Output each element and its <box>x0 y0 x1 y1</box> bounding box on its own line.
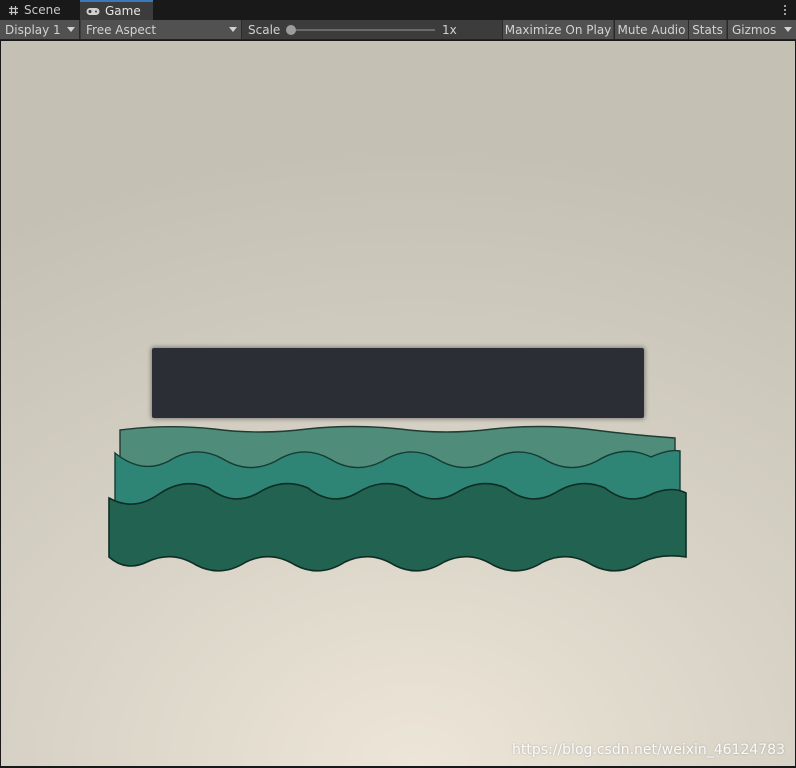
aspect-dropdown[interactable]: Free Aspect <box>81 20 242 39</box>
tab-scene-label: Scene <box>24 3 61 17</box>
grid-icon <box>8 5 19 16</box>
tab-game-label: Game <box>105 4 141 18</box>
game-viewport[interactable]: https://blog.csdn.net/weixin_46124783 <box>1 41 795 766</box>
tab-game[interactable]: Game <box>80 0 153 20</box>
scale-slider-track[interactable] <box>291 29 435 31</box>
display-dropdown[interactable]: Display 1 <box>0 20 80 39</box>
chevron-down-icon <box>784 27 792 32</box>
gamepad-icon <box>86 7 100 16</box>
gizmos-label: Gizmos <box>732 22 777 37</box>
more-options-icon[interactable] <box>782 2 788 18</box>
aspect-dropdown-label: Free Aspect <box>86 22 157 37</box>
stats-button[interactable]: Stats <box>688 20 726 39</box>
tab-scene[interactable]: Scene <box>0 0 78 20</box>
watermark: https://blog.csdn.net/weixin_46124783 <box>511 742 785 758</box>
tab-bar: Scene Game <box>0 0 796 20</box>
display-dropdown-label: Display 1 <box>5 22 61 37</box>
chevron-down-icon <box>229 27 237 32</box>
scale-label: Scale <box>248 22 281 37</box>
scale-value: 1x <box>442 22 457 37</box>
mute-audio-button[interactable]: Mute Audio <box>614 20 688 39</box>
chevron-down-icon <box>67 27 75 32</box>
gizmos-dropdown[interactable]: Gizmos <box>727 20 796 39</box>
maximize-on-play-button[interactable]: Maximize On Play <box>502 20 613 39</box>
scale-slider-handle[interactable] <box>286 25 296 35</box>
game-toolbar: Display 1 Free Aspect Scale 1x Maximize … <box>0 20 796 40</box>
waves-graphic <box>108 425 687 572</box>
wave-front <box>108 482 687 572</box>
unity-game-window: Scene Game Display 1 Free Aspect Scale 1… <box>0 0 796 768</box>
